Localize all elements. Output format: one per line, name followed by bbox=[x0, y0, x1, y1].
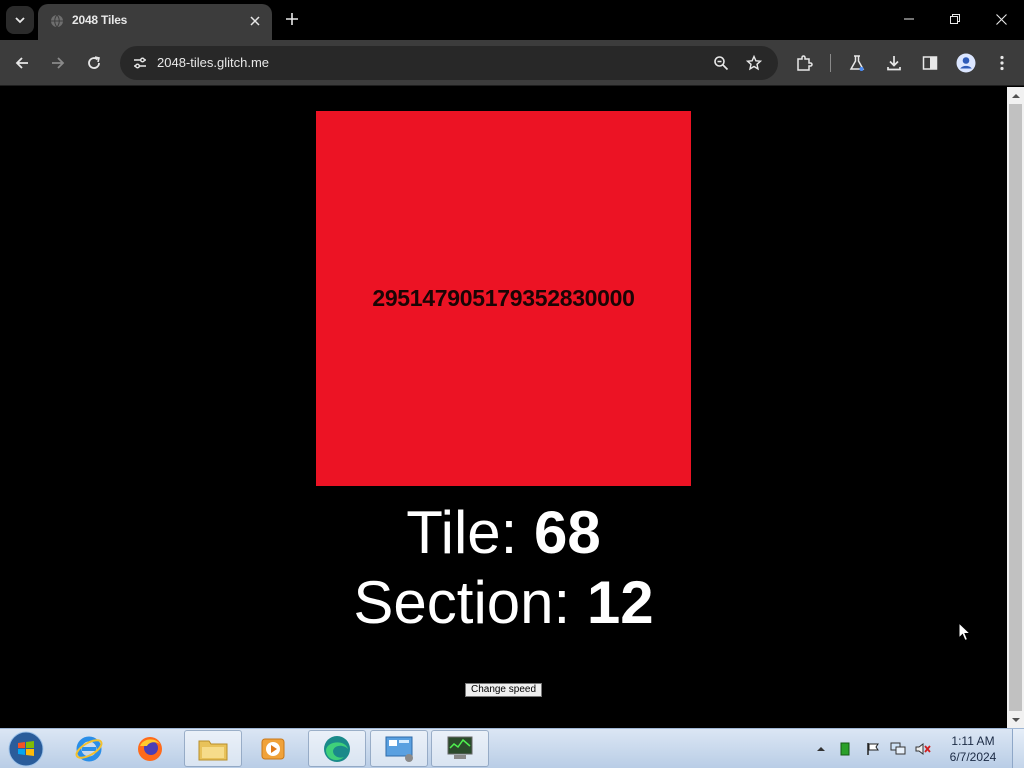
bookmark-button[interactable] bbox=[742, 51, 766, 75]
site-info-button[interactable] bbox=[128, 51, 152, 75]
windows-orb-icon bbox=[8, 731, 44, 767]
close-window-button[interactable] bbox=[981, 4, 1021, 34]
volume-muted-icon bbox=[915, 743, 931, 755]
tab-close-button[interactable] bbox=[246, 12, 264, 30]
taskbar-file-explorer[interactable] bbox=[184, 730, 242, 767]
plus-icon bbox=[286, 13, 298, 25]
scroll-down-button[interactable] bbox=[1007, 711, 1024, 728]
minimize-icon bbox=[904, 18, 914, 20]
tile-counter: Tile: 68 bbox=[0, 501, 1007, 565]
star-icon bbox=[746, 55, 762, 71]
kebab-menu-icon bbox=[1000, 55, 1004, 71]
edge-icon bbox=[324, 735, 350, 762]
chevron-down-icon bbox=[15, 17, 25, 24]
tile-number: 68 bbox=[534, 499, 601, 566]
change-speed-button[interactable]: Change speed bbox=[465, 683, 542, 697]
new-tab-button[interactable] bbox=[282, 9, 302, 29]
taskbar-media-player[interactable] bbox=[244, 730, 302, 767]
system-clock[interactable]: 1:11 AM 6/7/2024 bbox=[940, 733, 1006, 765]
clock-time: 1:11 AM bbox=[951, 734, 995, 748]
menu-button[interactable] bbox=[990, 51, 1014, 75]
tray-network[interactable] bbox=[890, 741, 906, 757]
tile-label: Tile: bbox=[406, 499, 518, 566]
side-panel-button[interactable] bbox=[918, 51, 942, 75]
restore-button[interactable] bbox=[935, 4, 975, 34]
taskbar-firefox[interactable] bbox=[121, 730, 179, 767]
mouse-pointer-icon bbox=[958, 622, 972, 642]
download-icon bbox=[887, 56, 901, 71]
profile-icon bbox=[956, 53, 976, 73]
close-icon bbox=[250, 16, 260, 26]
taskbar-control-panel[interactable] bbox=[370, 730, 428, 767]
network-icon bbox=[890, 742, 906, 755]
folder-icon bbox=[198, 740, 228, 760]
zoom-button[interactable] bbox=[709, 51, 733, 75]
start-button[interactable] bbox=[6, 730, 46, 768]
tab-search-button[interactable] bbox=[6, 6, 34, 34]
browser-toolbar: 2048-tiles.glitch.me bbox=[0, 40, 1024, 86]
magnifier-icon bbox=[714, 56, 729, 71]
url-text[interactable]: 2048-tiles.glitch.me bbox=[157, 55, 269, 70]
flask-icon bbox=[849, 55, 865, 71]
tune-icon bbox=[134, 57, 146, 69]
caret-up-icon bbox=[1011, 93, 1020, 98]
section-label: Section: bbox=[353, 569, 571, 636]
profile-button[interactable] bbox=[954, 51, 978, 75]
battery-icon bbox=[840, 742, 850, 756]
section-counter: Section: 12 bbox=[0, 571, 1007, 635]
active-tab[interactable]: 2048 Tiles bbox=[38, 4, 272, 40]
puzzle-icon bbox=[797, 55, 813, 71]
flag-icon bbox=[867, 743, 879, 755]
game-tile[interactable]: 295147905179352830000 bbox=[316, 111, 691, 486]
back-button[interactable] bbox=[10, 51, 34, 75]
taskbar: 1:11 AM 6/7/2024 bbox=[0, 728, 1024, 768]
forward-button[interactable] bbox=[46, 51, 70, 75]
close-icon bbox=[995, 13, 1007, 25]
tray-overflow-button[interactable] bbox=[813, 741, 829, 757]
scroll-thumb[interactable] bbox=[1009, 104, 1022, 711]
tab-strip: 2048 Tiles bbox=[0, 0, 1024, 40]
caret-up-icon bbox=[817, 747, 825, 751]
restore-icon bbox=[950, 14, 960, 24]
extensions-button[interactable] bbox=[792, 51, 816, 75]
toolbar-separator bbox=[830, 54, 831, 72]
globe-icon bbox=[51, 14, 63, 28]
arrow-right-icon bbox=[52, 57, 65, 69]
reload-button[interactable] bbox=[82, 51, 106, 75]
system-monitor-icon bbox=[447, 736, 473, 759]
firefox-icon bbox=[138, 736, 162, 761]
caret-down-icon bbox=[1011, 717, 1020, 722]
minimize-button[interactable] bbox=[889, 4, 929, 34]
side-panel-icon bbox=[922, 56, 938, 70]
tab-title: 2048 Tiles bbox=[72, 13, 128, 27]
clock-date: 6/7/2024 bbox=[949, 750, 997, 764]
control-panel-icon bbox=[385, 736, 413, 762]
tray-action-center[interactable] bbox=[865, 741, 881, 757]
taskbar-system-monitor[interactable] bbox=[431, 730, 489, 767]
internet-explorer-icon bbox=[75, 736, 103, 761]
arrow-left-icon bbox=[15, 57, 28, 69]
page-viewport: 295147905179352830000 Tile: 68 Section: … bbox=[0, 87, 1007, 728]
taskbar-edge-app[interactable] bbox=[308, 730, 366, 767]
taskbar-internet-explorer[interactable] bbox=[60, 730, 118, 767]
address-bar[interactable]: 2048-tiles.glitch.me bbox=[120, 46, 778, 80]
tray-volume[interactable] bbox=[915, 741, 931, 757]
scroll-up-button[interactable] bbox=[1007, 87, 1024, 104]
section-number: 12 bbox=[586, 569, 654, 636]
labs-button[interactable] bbox=[845, 51, 869, 75]
show-desktop-button[interactable] bbox=[1012, 729, 1024, 768]
tray-battery[interactable] bbox=[837, 741, 853, 757]
page-scrollbar[interactable] bbox=[1007, 87, 1024, 728]
reload-icon bbox=[88, 56, 100, 69]
tile-value: 295147905179352830000 bbox=[372, 285, 635, 311]
downloads-button[interactable] bbox=[882, 51, 906, 75]
media-player-icon bbox=[261, 738, 285, 759]
